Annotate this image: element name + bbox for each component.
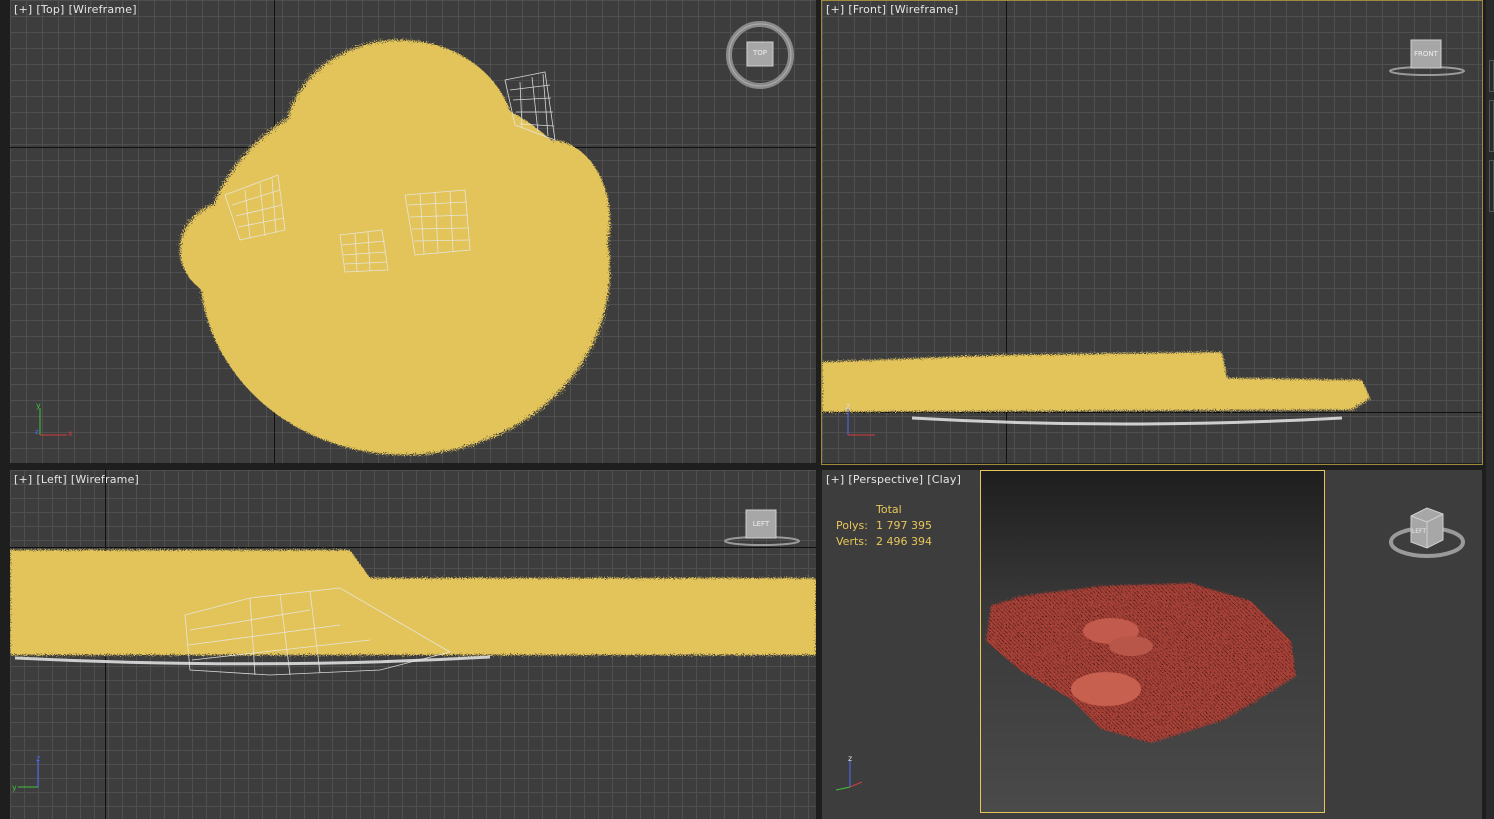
statistics-overlay: Total Polys: 1 797 395 Verts: 2 496 394: [836, 502, 932, 550]
viewport-menu-button[interactable]: [+]: [14, 3, 32, 16]
viewcube-perspective[interactable]: LEFT: [1387, 502, 1467, 562]
grass-patch-left: [10, 550, 816, 676]
view-type-label[interactable]: [Top]: [36, 3, 64, 16]
viewport-menu-button[interactable]: [+]: [826, 3, 844, 16]
polys-label: Polys:: [836, 519, 868, 532]
viewport-left[interactable]: [+] [Left] [Wireframe] LEFT z y: [10, 470, 816, 819]
viewcube-face-label: TOP: [752, 49, 767, 57]
viewport-label-front[interactable]: [+] [Front] [Wireframe]: [826, 3, 962, 16]
viewcube-face-label: FRONT: [1414, 50, 1438, 58]
shading-mode-label[interactable]: [Wireframe]: [69, 3, 137, 16]
svg-text:z: z: [848, 754, 852, 763]
svg-text:x: x: [68, 429, 73, 438]
shading-mode-label[interactable]: [Wireframe]: [890, 3, 958, 16]
view-type-label[interactable]: [Front]: [848, 3, 886, 16]
stats-header: Total: [876, 503, 902, 516]
viewport-menu-button[interactable]: [+]: [826, 473, 844, 486]
shading-mode-label[interactable]: [Clay]: [927, 473, 961, 486]
svg-text:z: z: [846, 402, 850, 411]
axis-tripod-perspective: z: [824, 752, 874, 797]
viewport-perspective[interactable]: [+] [Perspective] [Clay] Total Polys: 1 797…: [822, 470, 1482, 819]
clay-mesh: [986, 583, 1296, 743]
axis-tripod-top: y x z: [30, 400, 80, 445]
viewcube-face-label: LEFT: [1411, 528, 1427, 535]
view-type-label[interactable]: [Perspective]: [848, 473, 923, 486]
viewport-label-perspective[interactable]: [+] [Perspective] [Clay]: [826, 473, 965, 486]
svg-text:z: z: [36, 754, 40, 763]
axis-tripod-front: z: [842, 400, 892, 445]
verts-label: Verts:: [836, 535, 868, 548]
verts-value: 2 496 394: [876, 535, 932, 548]
svg-text:y: y: [12, 783, 17, 792]
shading-mode-label[interactable]: [Wireframe]: [71, 473, 139, 486]
viewcube-front[interactable]: FRONT: [1387, 38, 1467, 80]
side-panel-edge: [1486, 0, 1494, 819]
svg-text:z: z: [35, 428, 39, 436]
viewport-top[interactable]: [+] [Top] [Wireframe] TOP y x z: [10, 0, 816, 463]
grass-patch-top: [180, 40, 610, 455]
viewcube-left[interactable]: LEFT: [722, 508, 802, 550]
viewport-front[interactable]: [+] [Front] [Wireframe] FRONT z: [822, 0, 1482, 463]
viewport-label-top[interactable]: [+] [Top] [Wireframe]: [14, 3, 141, 16]
polys-value: 1 797 395: [876, 519, 932, 532]
grass-patch-front: [822, 352, 1370, 426]
axis-tripod-left: z y: [12, 752, 62, 797]
viewcube-top[interactable]: TOP: [725, 20, 795, 90]
viewport-menu-button[interactable]: [+]: [14, 473, 32, 486]
view-type-label[interactable]: [Left]: [36, 473, 66, 486]
viewport-label-left[interactable]: [+] [Left] [Wireframe]: [14, 473, 143, 486]
viewcube-face-label: LEFT: [752, 520, 770, 528]
svg-text:y: y: [36, 401, 41, 410]
safe-frame: [980, 470, 1325, 813]
